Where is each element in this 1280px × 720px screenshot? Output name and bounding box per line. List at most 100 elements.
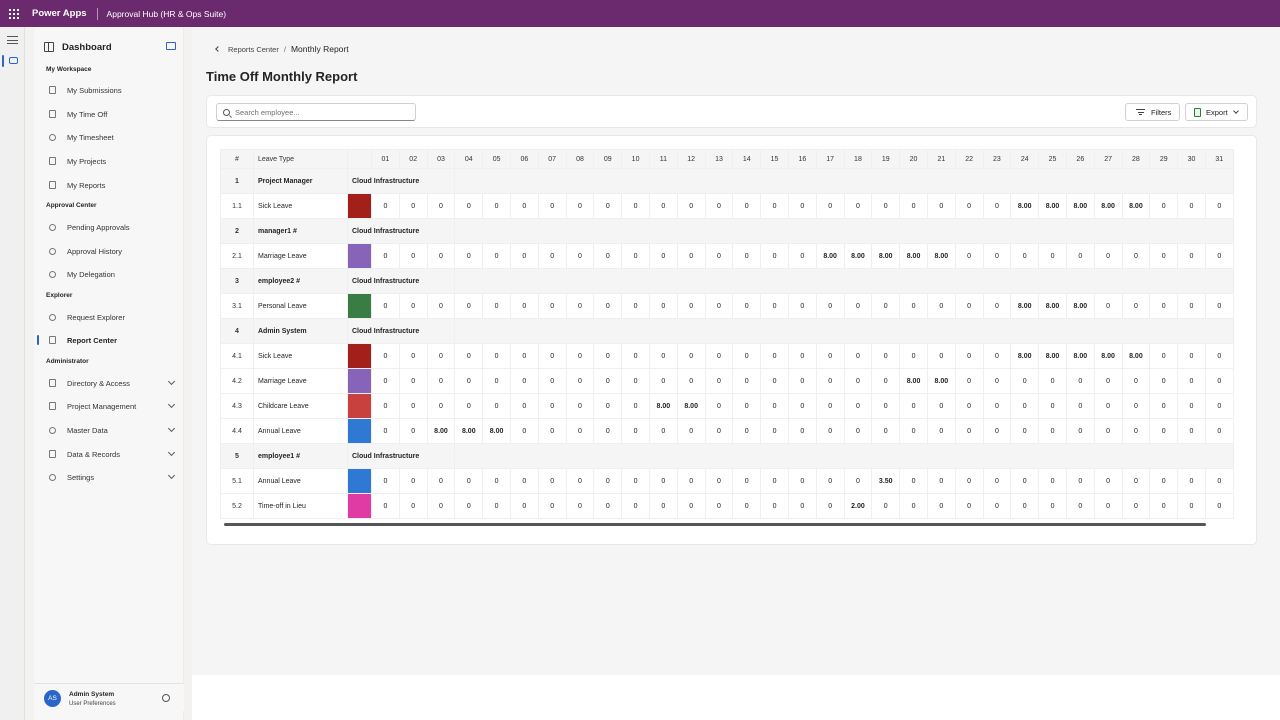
day-value-cell: 0: [926, 343, 956, 369]
chevron-down-icon[interactable]: [167, 400, 176, 409]
leave-color-cell: [347, 393, 372, 419]
day-value-cell: 0: [982, 193, 1012, 219]
day-value-cell: 0: [1093, 418, 1123, 444]
day-value-cell: 0: [1177, 418, 1206, 444]
sidebar-item-dashboard[interactable]: Dashboard: [62, 42, 112, 53]
search-box[interactable]: [216, 103, 416, 121]
sidebar-item-directory-access[interactable]: Directory & Access: [34, 375, 184, 391]
app-title: Approval Hub (HR & Ops Suite): [106, 8, 227, 19]
user-name: Admin System: [69, 691, 115, 698]
day-value-cell: 0: [1177, 493, 1206, 519]
group-filler: [454, 168, 1234, 194]
collapse-sidebar-icon[interactable]: [166, 42, 176, 50]
group-filler: [454, 218, 1234, 244]
day-value-cell: 0: [1010, 418, 1040, 444]
sidebar-item-label: My Delegation: [67, 269, 115, 279]
day-value-cell: 0: [760, 193, 789, 219]
pending-clock-icon: [49, 223, 56, 231]
day-value-cell: 8.00: [871, 243, 901, 269]
search-icon: [223, 108, 230, 116]
app-launcher-icon[interactable]: [0, 0, 28, 27]
sidebar-item-approval-history[interactable]: Approval History: [34, 243, 184, 259]
sidebar-item-my-projects[interactable]: My Projects: [34, 153, 184, 169]
day-value-cell: 0: [899, 418, 928, 444]
leave-type: Sick Leave: [253, 343, 348, 369]
leave-row: 4.4 Annual Leave 0 0 8.00 8.00 8.00 0 0 0 0 0 0 0 0 0 0 0…: [220, 418, 1234, 444]
day-value-cell: 0: [621, 293, 650, 319]
day-value-cell: 0: [398, 418, 428, 444]
day-value-cell: 0: [760, 418, 789, 444]
sidebar-header: Dashboard: [34, 40, 184, 54]
day-value-cell: 8.00: [676, 393, 706, 419]
day-value-cell: 0: [1065, 368, 1095, 394]
day-value-cell: 0: [954, 468, 984, 494]
sidebar-item-my-submissions[interactable]: My Submissions: [34, 82, 184, 98]
day-value-cell: 0: [1204, 418, 1234, 444]
sidebar-item-master-data[interactable]: Master Data: [34, 422, 184, 438]
day-value-cell: 0: [398, 468, 428, 494]
day-value-cell: 0: [787, 493, 817, 519]
column-header-day: 06: [509, 149, 539, 169]
breadcrumb-parent[interactable]: Reports Center: [228, 45, 279, 54]
avatar[interactable]: AS: [44, 690, 61, 707]
user-profile[interactable]: AS Admin System User Preferences: [34, 683, 184, 711]
chevron-down-icon[interactable]: [167, 377, 176, 386]
day-value-cell: 0: [1065, 243, 1095, 269]
horizontal-scrollbar[interactable]: [224, 523, 1206, 526]
user-settings-icon[interactable]: [162, 694, 170, 702]
day-value-cell: 0: [787, 243, 817, 269]
leave-color-cell: [347, 493, 372, 519]
day-value-cell: 0: [732, 193, 762, 219]
search-input[interactable]: [235, 107, 405, 117]
day-value-cell: 0: [537, 243, 567, 269]
day-value-cell: 0: [1204, 243, 1234, 269]
sidebar-item-my-time-off[interactable]: My Time Off: [34, 106, 184, 122]
day-value-cell: 0: [760, 493, 789, 519]
filters-button[interactable]: Filters: [1125, 103, 1180, 121]
back-chevron-icon[interactable]: [215, 46, 221, 52]
sidebar-item-report-center[interactable]: Report Center: [34, 332, 184, 348]
day-value-cell: 0: [871, 293, 901, 319]
report-table-scroll[interactable]: # Leave Type 01 02 03 04 05 06 07 08 09 10 11 12 13 1…: [220, 149, 1245, 529]
brand-name[interactable]: Power Apps: [28, 7, 98, 20]
day-value-cell: 0: [1038, 243, 1067, 269]
day-value-cell: 0: [954, 418, 984, 444]
chevron-down-icon[interactable]: [167, 448, 176, 457]
day-value-cell: 0: [1149, 293, 1179, 319]
day-value-cell: 0: [926, 393, 956, 419]
leave-type: Personal Leave: [253, 293, 348, 319]
day-value-cell: 0: [1177, 393, 1206, 419]
day-value-cell: 0: [371, 368, 400, 394]
day-value-cell: 0: [482, 343, 511, 369]
day-value-cell: 0: [954, 393, 984, 419]
day-value-cell: 0: [760, 243, 789, 269]
day-value-cell: 0: [704, 493, 734, 519]
day-value-cell: 0: [371, 343, 400, 369]
sidebar-item-my-timesheet[interactable]: My Timesheet: [34, 129, 184, 145]
column-header-day: 15: [760, 149, 789, 169]
sidebar-item-my-delegation[interactable]: My Delegation: [34, 266, 184, 282]
sidebar-item-settings[interactable]: Settings: [34, 469, 184, 485]
user-preferences-link[interactable]: User Preferences: [69, 701, 116, 707]
sidebar-item-data-records[interactable]: Data & Records: [34, 446, 184, 462]
dashboard-icon: [44, 42, 54, 52]
export-button[interactable]: Export: [1185, 103, 1248, 121]
chevron-down-icon[interactable]: [167, 471, 176, 480]
column-header-day: 24: [1010, 149, 1040, 169]
rail-app-item[interactable]: [2, 55, 23, 67]
sidebar-item-project-management[interactable]: Project Management: [34, 398, 184, 414]
chevron-down-icon[interactable]: [167, 424, 176, 433]
employee-name: manager1 #: [253, 218, 348, 244]
sidebar-item-pending-approvals[interactable]: Pending Approvals: [34, 219, 184, 235]
breadcrumb: Reports Center / Monthly Report: [215, 44, 349, 54]
sidebar-item-my-reports[interactable]: My Reports: [34, 177, 184, 193]
sidebar-item-request-explorer[interactable]: Request Explorer: [34, 309, 184, 325]
column-header-leave-type: Leave Type: [253, 149, 348, 169]
day-value-cell: 0: [1038, 393, 1067, 419]
hamburger-menu-icon[interactable]: [7, 36, 18, 47]
leave-type: Childcare Leave: [253, 393, 348, 419]
day-value-cell: 0: [648, 293, 678, 319]
day-value-cell: 0: [593, 243, 623, 269]
day-value-cell: 0: [1204, 193, 1234, 219]
day-value-cell: 0: [537, 293, 567, 319]
